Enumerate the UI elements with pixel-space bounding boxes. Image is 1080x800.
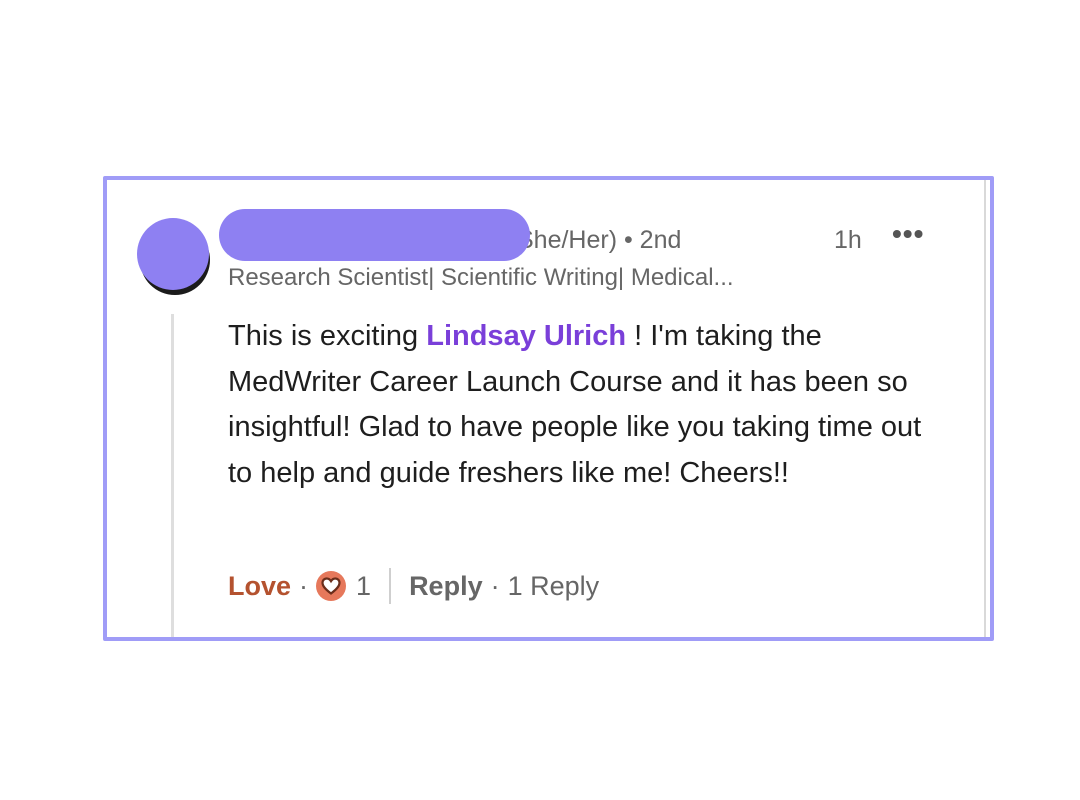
comment-actions: Love · 1 Reply · 1 Reply — [228, 568, 599, 604]
author-headline: Research Scientist| Scientific Writing| … — [228, 264, 734, 291]
reaction-count[interactable]: 1 — [356, 571, 371, 602]
author-name-redacted[interactable] — [219, 209, 530, 261]
comment-text-start: This is exciting — [228, 320, 427, 352]
mention-link[interactable]: Lindsay Ulrich — [426, 320, 626, 352]
more-options-icon[interactable]: ••• — [892, 218, 924, 250]
replies-link[interactable]: 1 Reply — [508, 571, 600, 602]
thread-line — [171, 314, 174, 637]
card-divider — [984, 180, 986, 637]
comment-card: She/Her) • 2nd 1h ••• Research Scientist… — [103, 176, 994, 641]
love-reaction-button[interactable]: Love — [228, 571, 291, 602]
reply-button[interactable]: Reply — [409, 571, 483, 602]
author-meta: She/Her) • 2nd — [517, 226, 682, 254]
heart-icon[interactable] — [316, 571, 347, 601]
comment-body: This is exciting Lindsay Ulrich ! I'm ta… — [228, 314, 948, 496]
separator-dot: · — [299, 570, 309, 601]
avatar[interactable] — [137, 218, 209, 290]
comment-timestamp: 1h — [834, 226, 862, 254]
separator-dot: · — [490, 570, 500, 601]
action-divider — [389, 568, 392, 604]
